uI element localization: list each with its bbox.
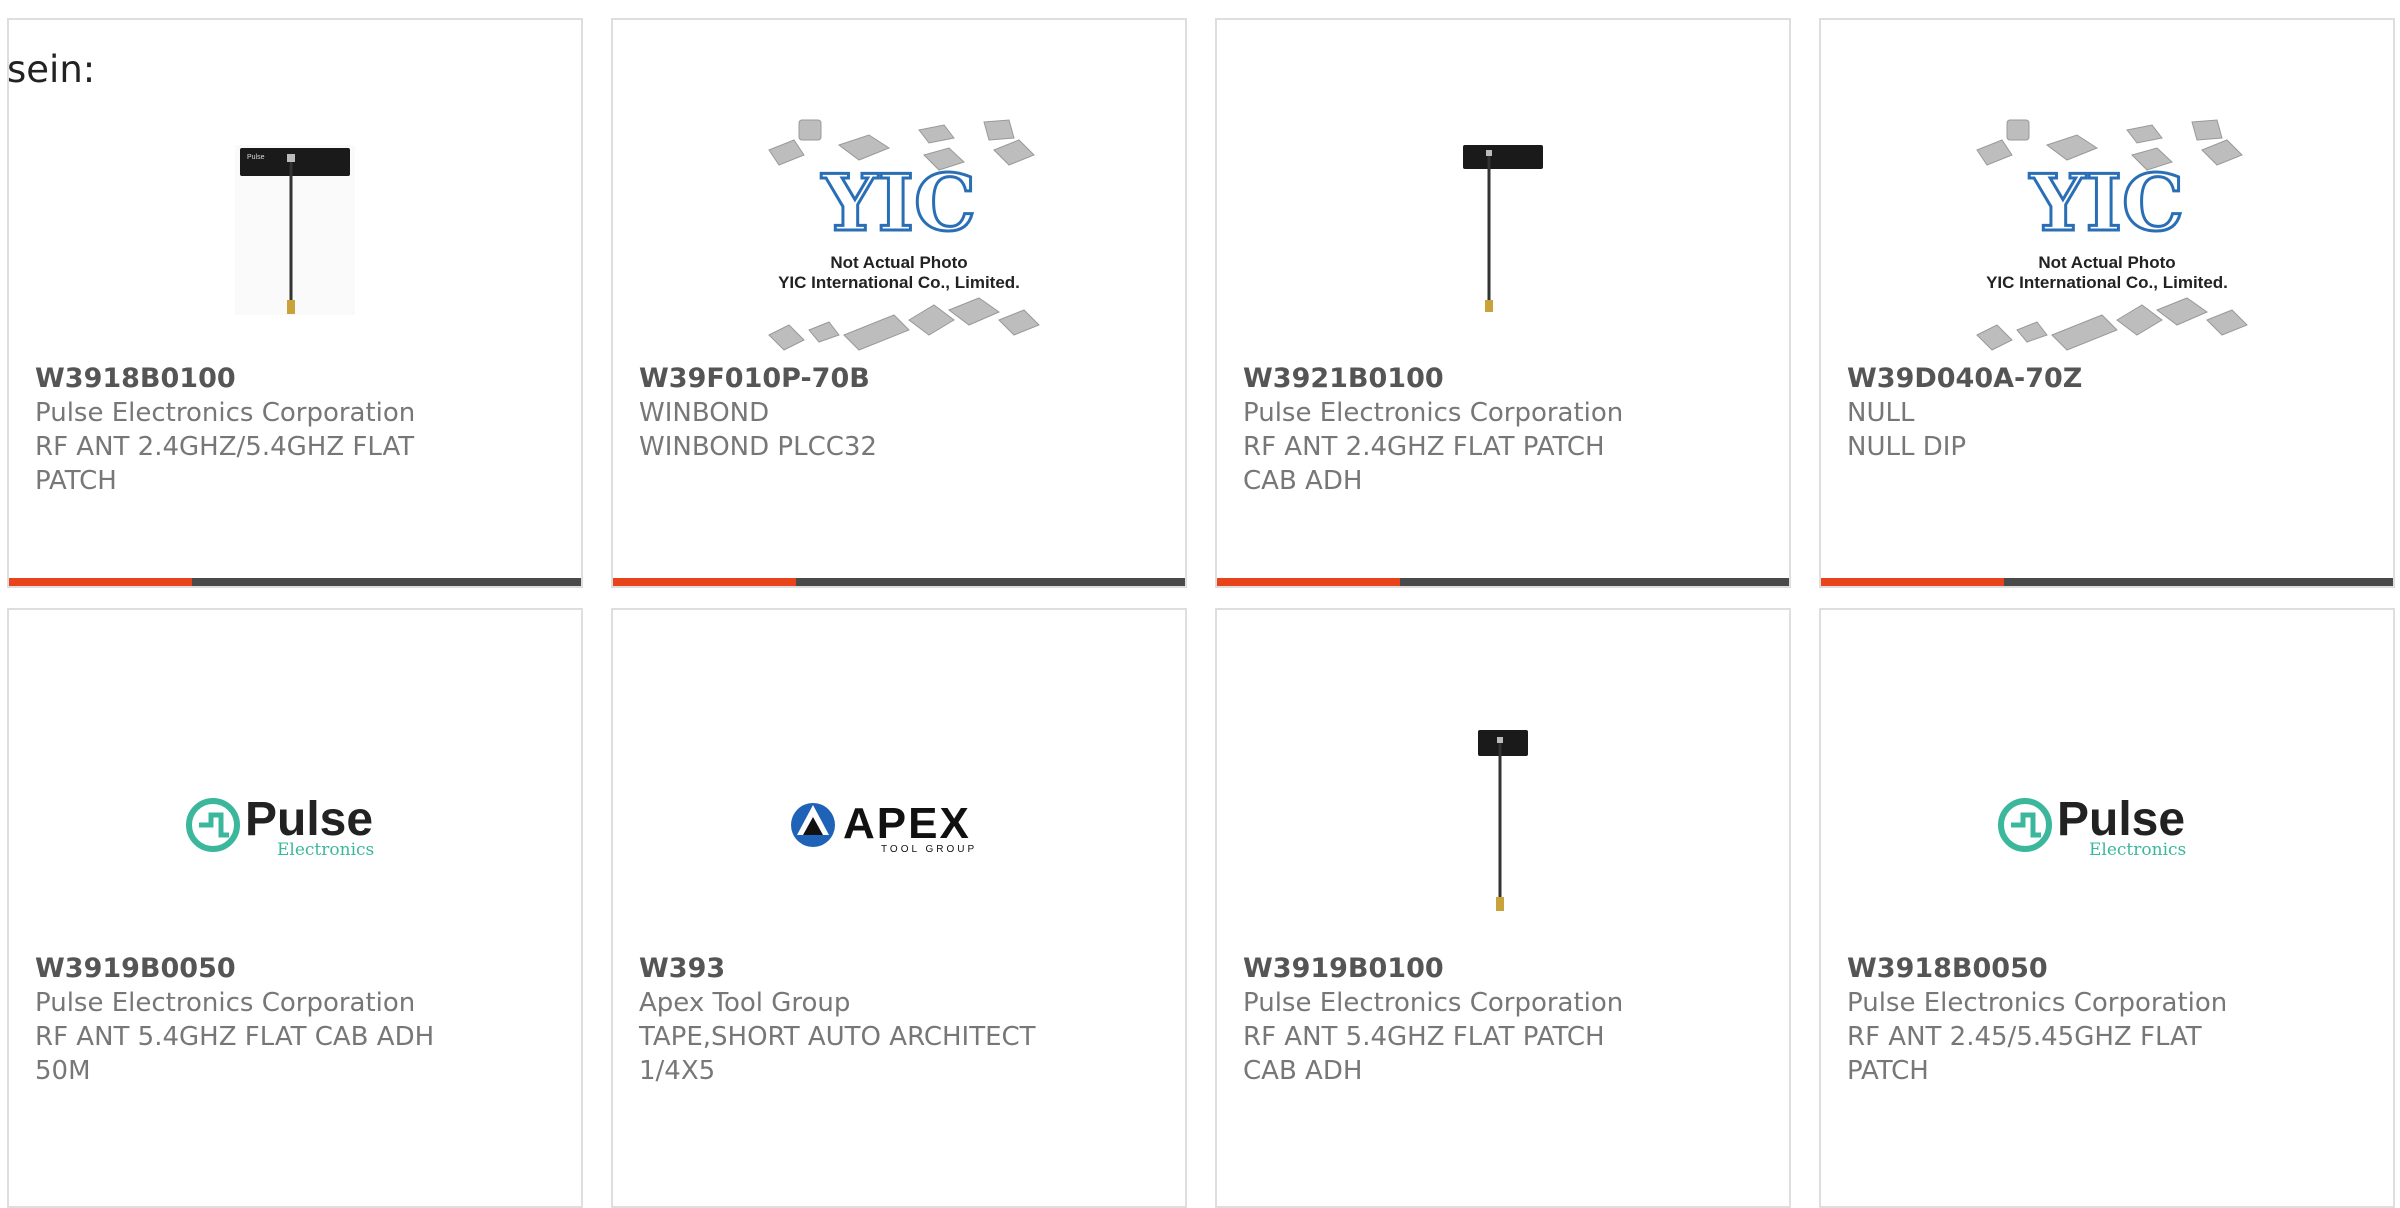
card-bar — [613, 578, 1185, 586]
description: RF ANT 5.4GHZ FLAT PATCH CAB ADH — [1243, 1022, 1605, 1086]
product-card[interactable]: W3921B0100 Pulse Electronics Corporation… — [1215, 18, 1791, 588]
product-card[interactable]: Pulse Electronics W3919B0050 Pulse Elect… — [7, 608, 583, 1208]
card-bar-accent — [1217, 578, 1400, 586]
description: WINBOND PLCC32 — [639, 432, 877, 462]
antenna-image — [1478, 730, 1528, 911]
product-image[interactable]: Pulse Electronics — [9, 690, 581, 960]
card-bar — [9, 578, 581, 586]
svg-text:Not Actual Photo: Not Actual Photo — [2038, 253, 2175, 272]
card-bar — [1821, 578, 2393, 586]
part-number[interactable]: W3919B0100 — [1243, 952, 1769, 986]
manufacturer: NULL — [1847, 398, 1915, 428]
product-image[interactable]: YIC Not Actual Photo YIC International C… — [1821, 100, 2393, 370]
description: RF ANT 2.4GHZ/5.4GHZ FLAT PATCH — [35, 432, 415, 496]
antenna-image — [1463, 145, 1543, 312]
description: TAPE,SHORT AUTO ARCHITECT 1/4X5 — [639, 1022, 1036, 1086]
product-grid: Pulse W3918B0100 Pulse Electronics Corpo… — [0, 0, 2400, 1208]
svg-text:TOOL GROUP: TOOL GROUP — [881, 844, 977, 855]
not-actual-photo-image: YIC Not Actual Photo YIC International C… — [768, 119, 1040, 351]
svg-text:Pulse: Pulse — [2057, 793, 2185, 846]
part-number[interactable]: W3921B0100 — [1243, 362, 1769, 396]
intro-text: sein: — [7, 48, 96, 91]
svg-text:YIC International Co., Limited: YIC International Co., Limited. — [1986, 273, 2228, 292]
manufacturer: Pulse Electronics Corporation — [35, 988, 416, 1018]
pulse-logo-icon: Pulse Electronics — [1998, 793, 2186, 860]
apex-logo-icon: APEX TOOL GROUP — [791, 799, 977, 855]
manufacturer: Pulse Electronics Corporation — [1243, 988, 1624, 1018]
description: NULL DIP — [1847, 432, 1967, 462]
product-image[interactable] — [1217, 690, 1789, 960]
svg-text:Pulse: Pulse — [245, 793, 373, 846]
card-bar — [1217, 578, 1789, 586]
part-number[interactable]: W3918B0100 — [35, 362, 561, 396]
product-image[interactable]: APEX TOOL GROUP — [613, 690, 1185, 960]
part-number[interactable]: W39F010P-70B — [639, 362, 1165, 396]
card-bar-accent — [9, 578, 192, 586]
pulse-logo-icon: Pulse Electronics — [186, 793, 374, 860]
part-number[interactable]: W3919B0050 — [35, 952, 561, 986]
svg-text:YIC International Co., Limited: YIC International Co., Limited. — [778, 273, 1020, 292]
svg-text:Electronics: Electronics — [2089, 840, 2186, 860]
product-image[interactable]: YIC Not Actual Photo YIC International C… — [613, 100, 1185, 370]
svg-text:Not Actual Photo: Not Actual Photo — [830, 253, 967, 272]
part-number[interactable]: W3918B0050 — [1847, 952, 2373, 986]
description: RF ANT 5.4GHZ FLAT CAB ADH 50M — [35, 1022, 435, 1086]
not-actual-photo-image: YIC Not Actual Photo YIC International C… — [1976, 119, 2248, 351]
description: RF ANT 2.45/5.45GHZ FLAT PATCH — [1847, 1022, 2202, 1086]
svg-text:Electronics: Electronics — [277, 840, 374, 860]
manufacturer: Pulse Electronics Corporation — [35, 398, 416, 428]
product-card[interactable]: YIC Not Actual Photo YIC International C… — [611, 18, 1187, 588]
svg-text:Pulse: Pulse — [247, 154, 265, 161]
manufacturer: WINBOND — [639, 398, 770, 428]
product-image[interactable]: Pulse Electronics — [1821, 690, 2393, 960]
part-number[interactable]: W39D040A-70Z — [1847, 362, 2373, 396]
manufacturer: Apex Tool Group — [639, 988, 851, 1018]
product-card[interactable]: Pulse Electronics W3918B0050 Pulse Elect… — [1819, 608, 2395, 1208]
product-card[interactable]: YIC Not Actual Photo YIC International C… — [1819, 18, 2395, 588]
product-card[interactable]: W3919B0100 Pulse Electronics Corporation… — [1215, 608, 1791, 1208]
yic-logo-icon: YIC — [821, 158, 976, 249]
card-bar-accent — [613, 578, 796, 586]
manufacturer: Pulse Electronics Corporation — [1847, 988, 2228, 1018]
manufacturer: Pulse Electronics Corporation — [1243, 398, 1624, 428]
product-card[interactable]: Pulse W3918B0100 Pulse Electronics Corpo… — [7, 18, 583, 588]
card-bar-accent — [1821, 578, 2004, 586]
product-image[interactable] — [1217, 100, 1789, 370]
svg-text:APEX: APEX — [843, 799, 971, 848]
product-image[interactable]: Pulse — [9, 100, 581, 370]
yic-logo-icon: YIC — [2029, 158, 2184, 249]
product-card[interactable]: APEX TOOL GROUP W393 Apex Tool Group TAP… — [611, 608, 1187, 1208]
antenna-image: Pulse — [235, 145, 355, 315]
description: RF ANT 2.4GHZ FLAT PATCH CAB ADH — [1243, 432, 1605, 496]
part-number[interactable]: W393 — [639, 952, 1165, 986]
